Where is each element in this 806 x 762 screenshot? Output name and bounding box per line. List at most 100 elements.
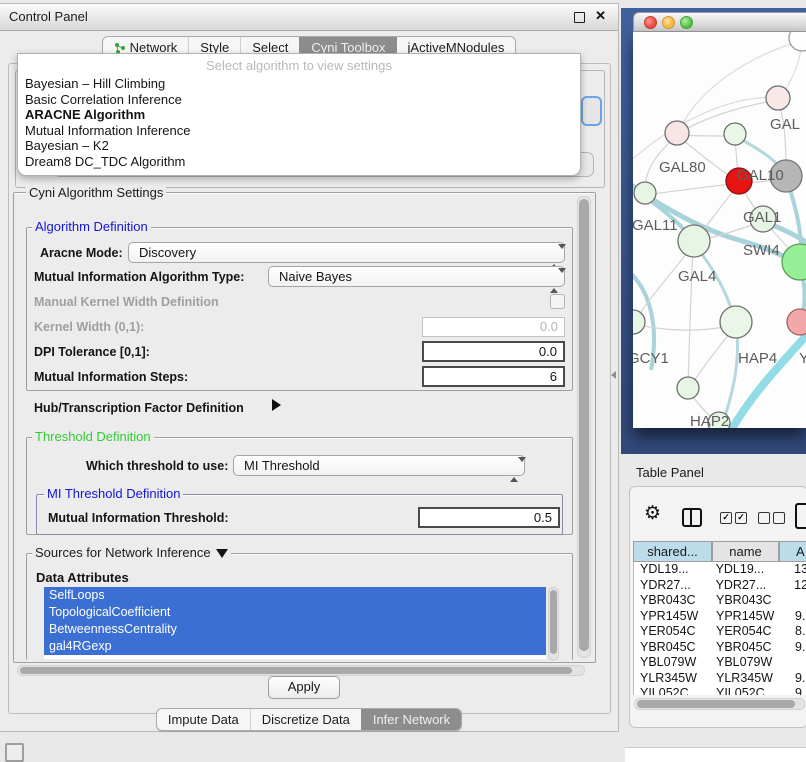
float-window-icon[interactable]: [574, 12, 585, 23]
table-cell: 9.: [779, 686, 805, 695]
mi-threshold-input[interactable]: 0.5: [418, 507, 560, 528]
close-window-icon[interactable]: [644, 16, 657, 29]
unchecked-checkbox-icon[interactable]: [758, 512, 770, 524]
table-row[interactable]: YDL19...YDL19...13: [634, 562, 806, 578]
table-row[interactable]: YBL079WYBL079W: [634, 655, 806, 671]
node-label: GAL10: [737, 167, 784, 184]
aracne-mode-select[interactable]: Discovery: [128, 242, 565, 263]
table-cell: YBR043C: [634, 593, 712, 609]
manual-kernel-checkbox[interactable]: [550, 294, 565, 309]
columns-icon[interactable]: [682, 508, 702, 527]
table-cell: [779, 593, 795, 609]
scrollbar-thumb[interactable]: [579, 199, 589, 651]
sources-title[interactable]: Sources for Network Inference: [32, 545, 231, 560]
gear-icon[interactable]: ⚙: [644, 502, 661, 525]
dropdown-item[interactable]: Dream8 DC_TDC Algorithm: [18, 154, 580, 170]
data-attributes-list[interactable]: SelfLoopsTopologicalCoefficientBetweenne…: [44, 587, 546, 659]
pane-splitter-handle[interactable]: [611, 371, 616, 379]
attributes-scrollbar[interactable]: [548, 587, 559, 661]
network-edge[interactable]: [646, 183, 739, 195]
expand-arrow-icon[interactable]: [272, 399, 281, 411]
table-row[interactable]: YBR043CYBR043C: [634, 593, 806, 609]
scrollbar-thumb[interactable]: [637, 700, 795, 708]
stepper-icon: [550, 247, 559, 267]
table-cell: YLR345W: [712, 671, 779, 687]
dropdown-item[interactable]: Basic Correlation Inference: [18, 92, 580, 108]
node-label: GCY1: [633, 350, 669, 367]
control-panel-titlebar: Control Panel ✕: [0, 4, 618, 31]
manual-kernel-label: Manual Kernel Width Definition: [34, 295, 219, 309]
which-threshold-select[interactable]: MI Threshold: [233, 455, 525, 476]
close-icon[interactable]: ✕: [595, 8, 606, 24]
mi-threshold-label: Mutual Information Threshold:: [48, 511, 229, 525]
node-gal10[interactable]: [724, 123, 746, 145]
table-row[interactable]: YIL052CYIL052C9.: [634, 686, 806, 695]
node-pink-top[interactable]: [766, 86, 790, 110]
apply-button[interactable]: Apply: [268, 676, 340, 699]
dropdown-item[interactable]: Bayesian – Hill Climbing: [18, 76, 580, 92]
table-row[interactable]: YBR045CYBR045C9.: [634, 640, 806, 656]
node-gcy1[interactable]: [633, 310, 645, 334]
new-table-icon[interactable]: [795, 503, 806, 529]
table-row[interactable]: YDR27...YDR27...12: [634, 578, 806, 594]
settings-scrollbar[interactable]: [577, 196, 591, 658]
network-edge[interactable]: [633, 98, 777, 164]
settings-hscrollbar[interactable]: [17, 665, 585, 676]
node-hap4[interactable]: [720, 306, 752, 338]
table-row[interactable]: YLR345WYLR345W9.: [634, 671, 806, 687]
node-top-partial[interactable]: [789, 32, 806, 51]
minimize-window-icon[interactable]: [662, 16, 675, 29]
column-header-partial[interactable]: A: [779, 541, 806, 562]
dropdown-item[interactable]: Bayesian – K2: [18, 138, 580, 154]
checked-checkbox-icon[interactable]: ✓: [735, 512, 747, 524]
focused-button-partial[interactable]: [581, 96, 602, 126]
scrollbar-thumb[interactable]: [20, 667, 572, 674]
which-threshold-label: Which threshold to use:: [86, 459, 228, 473]
kernel-width-label: Kernel Width (0,1):: [34, 320, 144, 334]
network-edge[interactable]: [688, 245, 693, 389]
collapsed-panel-button[interactable]: [5, 743, 24, 762]
mi-type-select[interactable]: Naive Bayes: [268, 266, 565, 287]
data-attribute-item[interactable]: gal4RGexp: [44, 638, 546, 655]
tab-infer-network[interactable]: Infer Network: [361, 709, 461, 730]
dropdown-placeholder: Select algorithm to view settings: [18, 58, 580, 73]
node-gal4[interactable]: [678, 225, 710, 257]
node-hap2[interactable]: [677, 377, 699, 399]
node-salmon[interactable]: [787, 309, 806, 335]
tab-label: Impute Data: [168, 712, 239, 727]
data-attribute-item[interactable]: TopologicalCoefficient: [44, 604, 546, 621]
kernel-width-input[interactable]: 0.0: [422, 317, 565, 337]
mi-steps-input[interactable]: 6: [422, 366, 565, 387]
unchecked-checkbox-icon[interactable]: [773, 512, 785, 524]
network-edge[interactable]: [729, 328, 806, 428]
column-header-shared[interactable]: shared...: [633, 541, 712, 562]
zoom-window-icon[interactable]: [680, 16, 693, 29]
table-row[interactable]: YPR145WYPR145W9.: [634, 609, 806, 625]
dropdown-item[interactable]: Mutual Information Inference: [18, 123, 580, 139]
table-hscrollbar[interactable]: [634, 698, 805, 710]
tab-impute-data[interactable]: Impute Data: [157, 709, 250, 730]
data-attributes-label: Data Attributes: [36, 570, 129, 585]
node-bright-green[interactable]: [782, 244, 806, 280]
node-gal11[interactable]: [634, 182, 656, 204]
mi-steps-label: Mutual Information Steps:: [34, 370, 188, 384]
tab-discretize-data[interactable]: Discretize Data: [250, 709, 361, 730]
data-attribute-item[interactable]: BetweennessCentrality: [44, 621, 546, 638]
dpi-tolerance-input[interactable]: 0.0: [422, 341, 565, 362]
node-gal80[interactable]: [665, 121, 689, 145]
dropdown-item[interactable]: ARACNE Algorithm: [18, 107, 580, 123]
checked-checkbox-icon[interactable]: ✓: [720, 512, 732, 524]
column-header-name[interactable]: name: [712, 541, 779, 562]
collapse-arrow-icon[interactable]: [216, 549, 228, 558]
table-cell: YDL19...: [712, 562, 779, 578]
table-row[interactable]: YER054CYER054C8.: [634, 624, 806, 640]
network-view[interactable]: GALGAL80GAL10GAL1GAL11SWI4GAL4GCY1HAP4YH…: [633, 32, 806, 428]
network-window-titlebar[interactable]: [633, 12, 806, 32]
table-cell: YBR043C: [712, 593, 779, 609]
hub-definition-label: Hub/Transcription Factor Definition: [34, 401, 244, 415]
aracne-mode-label: Aracne Mode:: [40, 246, 123, 260]
data-attribute-item[interactable]: SelfLoops: [44, 587, 546, 604]
table-cell: 9.: [779, 671, 805, 687]
table-cell: YPR145W: [712, 609, 779, 625]
scrollbar-thumb[interactable]: [550, 590, 557, 654]
